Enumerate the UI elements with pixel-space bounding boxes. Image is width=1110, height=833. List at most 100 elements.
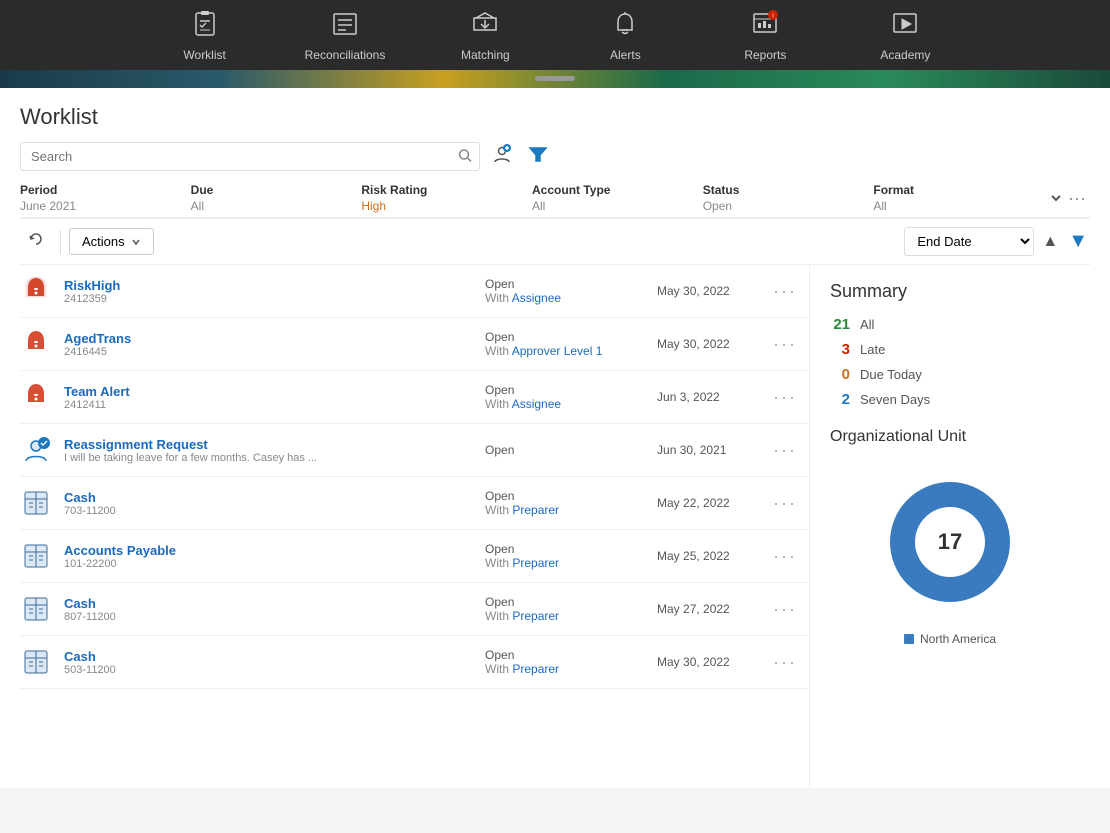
item-name-7[interactable]: Cash <box>64 596 473 611</box>
due-value: All <box>191 199 362 213</box>
item-main-5: Cash 703-11200 <box>64 490 473 517</box>
ledger-item-icon <box>20 487 52 519</box>
list-item: RiskHigh 2412359 Open With Assignee May … <box>20 265 809 318</box>
sort-select[interactable]: End Date Start Date Name Risk Rating <box>904 227 1034 256</box>
nav-matching[interactable]: Matching <box>445 10 525 62</box>
nav-alerts-label: Alerts <box>610 48 641 62</box>
item-name-6[interactable]: Accounts Payable <box>64 543 473 558</box>
item-more-8[interactable]: ··· <box>769 652 801 673</box>
item-more-3[interactable]: ··· <box>769 387 801 408</box>
nav-alerts[interactable]: Alerts <box>585 10 665 62</box>
more-filters-dots: ··· <box>1068 188 1086 209</box>
summary-duetoday-label: Due Today <box>860 367 922 382</box>
summary-sevendays-row[interactable]: 2 Seven Days <box>830 391 1070 408</box>
item-status-text-5: Open <box>485 489 645 503</box>
nav-reports-label: Reports <box>744 48 786 62</box>
item-main-8: Cash 503-11200 <box>64 649 473 676</box>
clipboard-icon <box>191 10 219 42</box>
summary-sevendays-label: Seven Days <box>860 392 930 407</box>
list-item: Team Alert 2412411 Open With Assignee Ju… <box>20 371 809 424</box>
org-unit-title: Organizational Unit <box>830 428 1070 446</box>
item-date-7: May 27, 2022 <box>657 602 757 616</box>
donut-center-value: 17 <box>938 529 962 555</box>
banner-handle[interactable] <box>535 76 575 81</box>
item-main-7: Cash 807-11200 <box>64 596 473 623</box>
item-more-6[interactable]: ··· <box>769 546 801 567</box>
bell-icon <box>611 10 639 42</box>
item-status-6: Open With Preparer <box>485 542 645 570</box>
item-more-4[interactable]: ··· <box>769 440 801 461</box>
toolbar-divider <box>60 230 61 254</box>
item-name-8[interactable]: Cash <box>64 649 473 664</box>
summary-late-row[interactable]: 3 Late <box>830 341 1070 358</box>
filter-account-type[interactable]: Account Type All <box>532 183 703 213</box>
format-value: All <box>873 199 1044 213</box>
item-date-2: May 30, 2022 <box>657 337 757 351</box>
actions-button[interactable]: Actions <box>69 228 154 255</box>
summary-panel: Summary 21 All 3 Late 0 Due Today 2 Seve… <box>810 265 1090 788</box>
period-value: June 2021 <box>20 199 191 213</box>
summary-late-count: 3 <box>830 341 850 358</box>
filter-period[interactable]: Period June 2021 <box>20 183 191 213</box>
format-label: Format <box>873 183 1044 197</box>
item-name-4[interactable]: Reassignment Request <box>64 437 473 452</box>
expand-filters-button[interactable]: ··· <box>1044 188 1090 209</box>
risk-value: High <box>361 199 532 213</box>
account-type-label: Account Type <box>532 183 703 197</box>
worklist-panel: RiskHigh 2412359 Open With Assignee May … <box>20 265 810 788</box>
filter-icon[interactable] <box>524 142 552 171</box>
item-assignee-5: With Preparer <box>485 503 645 517</box>
period-label: Period <box>20 183 191 197</box>
item-id-3: 2412411 <box>64 399 473 411</box>
item-more-5[interactable]: ··· <box>769 493 801 514</box>
sort-descending-button[interactable]: ▼ <box>1066 228 1090 255</box>
user-filter-icon[interactable] <box>488 142 516 171</box>
item-id-2: 2416445 <box>64 346 473 358</box>
item-more-7[interactable]: ··· <box>769 599 801 620</box>
item-main-6: Accounts Payable 101-22200 <box>64 543 473 570</box>
item-name-1[interactable]: RiskHigh <box>64 278 473 293</box>
summary-all-row[interactable]: 21 All <box>830 316 1070 333</box>
alert-item-icon <box>20 381 52 413</box>
summary-late-label: Late <box>860 342 885 357</box>
item-name-5[interactable]: Cash <box>64 490 473 505</box>
nav-worklist-label: Worklist <box>183 48 225 62</box>
item-assignee-3: With Assignee <box>485 397 645 411</box>
actions-label: Actions <box>82 234 125 249</box>
nav-academy-label: Academy <box>880 48 930 62</box>
search-input[interactable] <box>20 142 480 171</box>
summary-duetoday-row[interactable]: 0 Due Today <box>830 366 1070 383</box>
item-more-1[interactable]: ··· <box>769 281 801 302</box>
item-main-1: RiskHigh 2412359 <box>64 278 473 305</box>
item-name-3[interactable]: Team Alert <box>64 384 473 399</box>
item-date-4: Jun 30, 2021 <box>657 443 757 457</box>
nav-reconciliations[interactable]: Reconciliations <box>305 10 386 62</box>
nav-worklist[interactable]: Worklist <box>165 10 245 62</box>
sort-controls: End Date Start Date Name Risk Rating ▲ ▼ <box>904 227 1090 256</box>
filter-status[interactable]: Status Open <box>703 183 874 213</box>
item-more-2[interactable]: ··· <box>769 334 801 355</box>
nav-academy[interactable]: Academy <box>865 10 945 62</box>
summary-sevendays-count: 2 <box>830 391 850 408</box>
filter-due[interactable]: Due All <box>191 183 362 213</box>
ledger-item-icon <box>20 593 52 625</box>
nav-reports[interactable]: ! Reports <box>725 10 805 62</box>
item-status-8: Open With Preparer <box>485 648 645 676</box>
account-type-value: All <box>532 199 703 213</box>
search-icon[interactable] <box>458 148 472 165</box>
sort-ascending-button[interactable]: ▲ <box>1040 231 1060 253</box>
top-navigation: Worklist Reconciliations Matching <box>0 0 1110 70</box>
item-id-6: 101-22200 <box>64 558 473 570</box>
item-assignee-1: With Assignee <box>485 291 645 305</box>
toolbar: Actions End Date Start Date Name Risk Ra… <box>20 219 1090 265</box>
filter-format[interactable]: Format All <box>873 183 1044 213</box>
item-name-2[interactable]: AgedTrans <box>64 331 473 346</box>
item-status-text-8: Open <box>485 648 645 662</box>
item-assignee-7: With Preparer <box>485 609 645 623</box>
filter-risk[interactable]: Risk Rating High <box>361 183 532 213</box>
reset-button[interactable] <box>20 227 52 256</box>
due-label: Due <box>191 183 362 197</box>
summary-title: Summary <box>830 281 1070 302</box>
risk-label: Risk Rating <box>361 183 532 197</box>
item-status-1: Open With Assignee <box>485 277 645 305</box>
